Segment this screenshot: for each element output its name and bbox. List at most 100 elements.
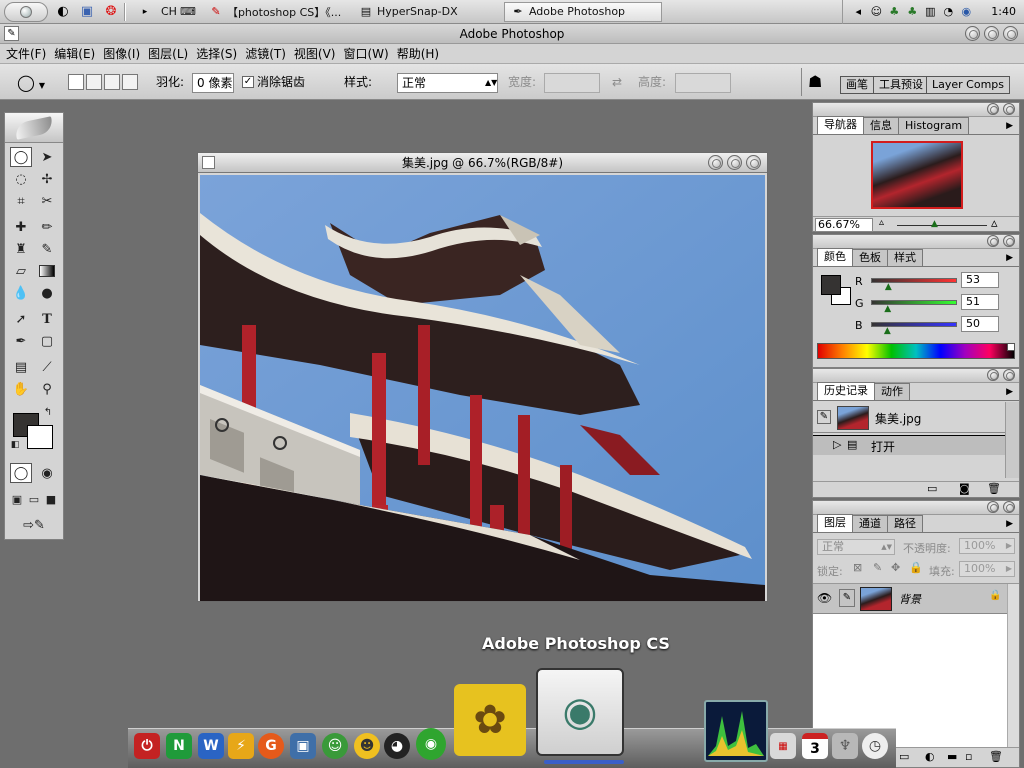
file-browser-icon[interactable]: ☗ (808, 72, 822, 92)
spectrum-white-chip[interactable] (1007, 344, 1014, 351)
navigator-thumbnail[interactable] (871, 141, 963, 209)
new-snapshot-icon[interactable]: ◙ (959, 482, 970, 495)
dock-photo-viewer-icon[interactable]: ▣ (290, 733, 316, 759)
blur-tool[interactable]: 💧 (10, 283, 32, 303)
clock[interactable]: 1:40 (991, 5, 1016, 18)
lock-position-icon[interactable]: ✥ (891, 561, 900, 574)
menu-filter[interactable]: 滤镜(T) (241, 45, 290, 63)
jump-to-imageready-button[interactable]: ⇨✎ (10, 515, 58, 535)
tab-history[interactable]: 历史记录 (817, 382, 875, 400)
zoom-out-icon[interactable]: ▵ (879, 217, 884, 228)
tray-messenger-icon[interactable]: ♣ (887, 5, 901, 18)
magic-wand-tool[interactable]: ✢ (36, 169, 58, 189)
new-layer-icon[interactable]: ▫ (965, 750, 972, 763)
slider-b-thumb[interactable]: ▲ (884, 326, 891, 336)
swap-colors-icon[interactable]: ↰ (41, 405, 55, 419)
maximize-button[interactable] (984, 26, 999, 41)
panel-close-button[interactable] (1003, 369, 1015, 381)
tray-volume-icon[interactable]: ◔ (941, 5, 955, 18)
history-panel-titlebar[interactable] (813, 369, 1019, 383)
document-titlebar[interactable]: 集美.jpg @ 66.7%(RGB/8#) (198, 153, 767, 173)
default-colors-icon[interactable]: ◧ (9, 439, 21, 451)
screen-mode-standard[interactable]: ▣ (9, 489, 25, 509)
tab-paths[interactable]: 路径 (887, 515, 923, 532)
subtract-selection-button[interactable] (104, 74, 120, 90)
spectrum-ramp[interactable] (817, 343, 1015, 359)
dock-flashget-icon[interactable]: ⚡ (228, 733, 254, 759)
delete-layer-icon[interactable]: 🗑 (989, 750, 1003, 763)
toolbox-header[interactable] (5, 113, 63, 143)
well-layer-comps[interactable]: Layer Comps (926, 76, 1011, 94)
menu-layer[interactable]: 图层(L) (144, 45, 192, 63)
taskbar-expand-icon[interactable]: ▸ (136, 3, 154, 21)
tab-swatches[interactable]: 色板 (852, 249, 888, 266)
panel-minimize-button[interactable] (987, 501, 999, 513)
tab-histogram[interactable]: Histogram (898, 117, 970, 134)
blend-mode-select[interactable]: 正常 ▲▼ (817, 539, 895, 555)
delete-state-icon[interactable]: 🗑 (987, 482, 1001, 495)
tab-color[interactable]: 颜色 (817, 248, 853, 266)
taskbar-task-ps-note[interactable]: ✎ 【photoshop CS】《... (202, 2, 352, 22)
slice-tool[interactable]: ✂ (36, 191, 58, 211)
healing-brush-tool[interactable]: ✚ (10, 217, 32, 237)
dock-green-app-icon[interactable]: N (166, 733, 192, 759)
history-brush-source-icon[interactable]: ✎ (817, 410, 831, 424)
start-button[interactable] (4, 1, 48, 22)
slider-r-thumb[interactable]: ▲ (885, 282, 892, 292)
history-snapshot-row[interactable]: ✎ 集美.jpg (813, 403, 1005, 433)
dock-frog-icon[interactable]: ◉ (416, 728, 446, 760)
intersect-selection-button[interactable] (122, 74, 138, 90)
move-tool[interactable]: ➤ (36, 147, 58, 167)
tray-security-icon[interactable]: ◉ (959, 5, 973, 18)
panel-close-button[interactable] (1003, 235, 1015, 247)
channel-r-input[interactable]: 53 (961, 272, 999, 288)
crop-tool[interactable]: ⌗ (10, 191, 32, 211)
dodge-tool[interactable]: ● (36, 283, 58, 303)
tray-qq-icon[interactable]: ♣ (905, 5, 919, 18)
quicklaunch-browser-icon[interactable]: ❂ (102, 3, 120, 21)
menu-help[interactable]: 帮助(H) (393, 45, 443, 63)
hand-tool[interactable]: ✋ (10, 379, 32, 399)
zoom-slider-thumb[interactable]: ▲ (931, 219, 938, 229)
eye-icon[interactable]: 👁 (817, 591, 832, 605)
zoom-slider[interactable] (897, 225, 987, 226)
doc-maximize-button[interactable] (727, 155, 742, 170)
tray-network-icon[interactable]: ▥ (923, 5, 937, 18)
lasso-tool[interactable]: ◌ (10, 169, 32, 189)
dock-qq-icon[interactable]: ◕ (384, 733, 410, 759)
layers-panel-titlebar[interactable] (813, 501, 1019, 515)
menu-view[interactable]: 视图(V) (290, 45, 340, 63)
feather-input[interactable]: 0 像素 (192, 73, 234, 93)
taskbar-task-hypersnap[interactable]: ▤ HyperSnap-DX (352, 2, 504, 22)
well-brushes[interactable]: 画笔 (840, 76, 874, 94)
navigator-panel-titlebar[interactable] (813, 103, 1019, 117)
quicklaunch-finder-icon[interactable]: ◐ (54, 3, 72, 21)
dock-clock-icon[interactable]: ◷ (862, 733, 888, 759)
panel-menu-icon[interactable]: ▶ (1006, 519, 1013, 529)
zoom-tool[interactable]: ⚲ (36, 379, 58, 399)
dock-tasks-icon[interactable]: ▦ (770, 733, 796, 759)
dock-messenger-icon[interactable]: ☺ (322, 733, 348, 759)
link-layers-icon[interactable]: ▭ (899, 750, 909, 763)
eyedropper-tool[interactable]: ⟋ (36, 357, 58, 377)
panel-close-button[interactable] (1003, 103, 1015, 115)
tool-preset-picker[interactable]: ◯ ▼ (16, 72, 56, 92)
channel-g-input[interactable]: 51 (961, 294, 999, 310)
channel-b-input[interactable]: 50 (961, 316, 999, 332)
panel-close-button[interactable] (1003, 501, 1015, 513)
type-tool[interactable]: T (36, 309, 58, 329)
antialias-checkbox[interactable]: ✓ (242, 76, 254, 88)
screen-mode-full[interactable]: ■ (43, 489, 59, 509)
panel-minimize-button[interactable] (987, 103, 999, 115)
quick-mask-button[interactable]: ◉ (36, 463, 58, 483)
dock-word-icon[interactable]: W (198, 733, 224, 759)
language-indicator[interactable]: CH ⌨ (154, 2, 202, 22)
tab-channels[interactable]: 通道 (852, 515, 888, 532)
dock-power-icon[interactable]: ⏻ (134, 733, 160, 759)
menu-image[interactable]: 图像(I) (99, 45, 144, 63)
brush-link-icon[interactable]: ✎ (839, 589, 855, 607)
shape-tool[interactable]: ▢ (36, 331, 58, 351)
app-icon[interactable]: ✎ (4, 26, 19, 41)
dock-activity-monitor-icon[interactable] (704, 700, 768, 762)
doc-close-button[interactable] (746, 155, 761, 170)
